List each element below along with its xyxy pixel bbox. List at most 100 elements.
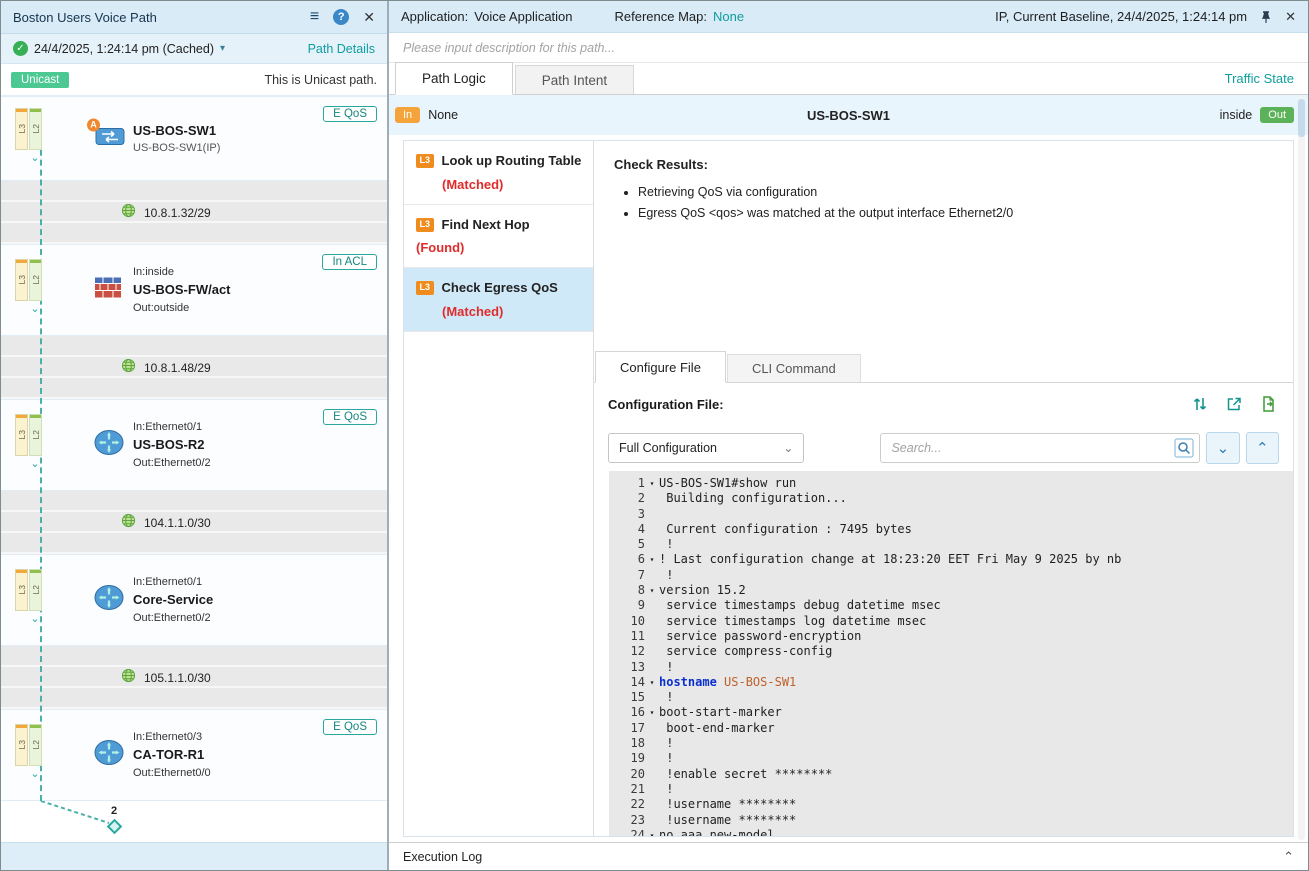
search-icon[interactable] xyxy=(1174,438,1194,458)
router-icon xyxy=(93,584,125,617)
application-value[interactable]: Voice Application xyxy=(474,9,572,24)
l2-tab[interactable]: L2 xyxy=(29,259,42,301)
device-row[interactable]: L3L2⌄In:Ethernet0/1Core-ServiceOut:Ether… xyxy=(1,554,387,646)
l2-tab[interactable]: L2 xyxy=(29,569,42,611)
path-step[interactable]: L3Look up Routing Table(Matched) xyxy=(404,141,593,205)
qos-badge[interactable]: In ACL xyxy=(322,254,377,270)
config-scope-select[interactable]: Full Configuration ⌄ xyxy=(608,433,804,463)
fold-spacer xyxy=(645,598,659,613)
close-panel-icon[interactable]: ✕ xyxy=(1285,9,1296,25)
collapse-icon[interactable]: ⌃ xyxy=(1283,849,1294,865)
path-title: Boston Users Voice Path xyxy=(13,10,296,25)
tab-path-intent[interactable]: Path Intent xyxy=(515,65,634,94)
code-line: 10 service timestamps log datetime msec xyxy=(609,614,1293,629)
config-search-input[interactable] xyxy=(891,441,1174,455)
l3-tab[interactable]: L3 xyxy=(15,569,28,611)
path-details-link[interactable]: Path Details xyxy=(308,42,375,56)
code-line: 15 ! xyxy=(609,690,1293,705)
link-row[interactable]: 10.8.1.48/29 xyxy=(1,336,387,399)
execution-log-bar[interactable]: Execution Log ⌃ xyxy=(389,842,1308,870)
find-next-button[interactable]: ⌄ xyxy=(1206,432,1239,464)
qos-badge[interactable]: E QoS xyxy=(323,719,377,735)
l2-tab[interactable]: L2 xyxy=(29,108,42,150)
link-row[interactable]: 104.1.1.0/30 xyxy=(1,491,387,554)
code-line: 12 service compress-config xyxy=(609,644,1293,659)
device-name[interactable]: CA-TOR-R1 xyxy=(133,745,387,765)
tab-path-logic[interactable]: Path Logic xyxy=(395,62,513,95)
timestamp-dropdown-icon[interactable]: ▾ xyxy=(220,43,225,54)
description-input[interactable] xyxy=(403,41,1294,55)
scrollbar-thumb[interactable] xyxy=(1298,99,1305,137)
device-name[interactable]: US-BOS-FW/act xyxy=(133,280,387,300)
collapse-chevron-icon[interactable]: ⌄ xyxy=(27,459,43,469)
traffic-state-link[interactable]: Traffic State xyxy=(1225,71,1294,86)
layer-tabs[interactable]: L3L2 ⌄ xyxy=(15,569,43,624)
check-results-title: Check Results: xyxy=(614,157,1273,172)
switch-icon: A xyxy=(93,123,127,154)
open-in-new-icon[interactable] xyxy=(1225,395,1243,413)
device-name[interactable]: US-BOS-SW1 xyxy=(133,121,387,141)
collapse-chevron-icon[interactable]: ⌄ xyxy=(27,614,43,624)
l2-tab[interactable]: L2 xyxy=(29,724,42,766)
step-result: (Found) xyxy=(416,240,464,255)
layer-tabs[interactable]: L3L2 ⌄ xyxy=(15,259,43,314)
menu-icon[interactable]: ≡ xyxy=(310,9,319,25)
code-line: 9 service timestamps debug datetime msec xyxy=(609,598,1293,613)
reference-map-value[interactable]: None xyxy=(713,9,744,24)
device-row[interactable]: L3L2⌄AUS-BOS-SW1US-BOS-SW1(IP)E QoS xyxy=(1,96,387,181)
find-prev-button[interactable]: ⌃ xyxy=(1246,432,1279,464)
link-row[interactable]: 105.1.1.0/30 xyxy=(1,646,387,709)
fold-spacer xyxy=(645,568,659,583)
device-row[interactable]: L3L2⌄In:insideUS-BOS-FW/actOut:outsideIn… xyxy=(1,244,387,336)
fold-marker-icon[interactable]: ▾ xyxy=(645,705,659,720)
unicast-badge: Unicast xyxy=(11,72,69,88)
tab-cli-command[interactable]: CLI Command xyxy=(727,354,861,382)
layer-tabs[interactable]: L3L2 ⌄ xyxy=(15,414,43,469)
device-row[interactable]: L3L2⌄In:Ethernet0/3CA-TOR-R1Out:Ethernet… xyxy=(1,709,387,801)
router-icon xyxy=(93,429,125,462)
collapse-chevron-icon[interactable]: ⌄ xyxy=(27,769,43,779)
path-step[interactable]: L3Check Egress QoS(Matched) xyxy=(404,268,593,332)
close-icon[interactable]: ✕ xyxy=(363,10,375,24)
steps-list: L3Look up Routing Table(Matched)L3Find N… xyxy=(404,141,594,836)
vertical-scrollbar[interactable] xyxy=(1298,97,1305,840)
fold-marker-icon[interactable]: ▾ xyxy=(645,552,659,567)
cache-timestamp[interactable]: 24/4/2025, 1:24:14 pm (Cached) xyxy=(34,42,214,56)
fold-marker-icon[interactable]: ▾ xyxy=(645,476,659,491)
qos-badge[interactable]: E QoS xyxy=(323,106,377,122)
select-chevron-icon: ⌄ xyxy=(783,441,793,455)
l3-tab[interactable]: L3 xyxy=(15,724,28,766)
device-row[interactable]: L3L2⌄In:Ethernet0/1US-BOS-R2Out:Ethernet… xyxy=(1,399,387,491)
link-row[interactable]: 10.8.1.32/29 xyxy=(1,181,387,244)
l3-tab[interactable]: L3 xyxy=(15,414,28,456)
layer-tabs[interactable]: L3L2 ⌄ xyxy=(15,108,43,163)
collapse-chevron-icon[interactable]: ⌄ xyxy=(27,153,43,163)
line-number: 24 xyxy=(609,828,645,836)
export-file-icon[interactable] xyxy=(1259,395,1277,413)
l3-tab[interactable]: L3 xyxy=(15,259,28,301)
tab-configure-file[interactable]: Configure File xyxy=(595,351,726,383)
results-column: Check Results: Retrieving QoS via config… xyxy=(594,141,1293,836)
config-scope-value: Full Configuration xyxy=(619,441,717,455)
fold-marker-icon[interactable]: ▾ xyxy=(645,583,659,598)
qos-badge[interactable]: E QoS xyxy=(323,409,377,425)
app-window: Boston Users Voice Path ≡ ? ✕ ✓ 24/4/202… xyxy=(0,0,1309,871)
fold-marker-icon[interactable]: ▾ xyxy=(645,828,659,836)
l2-tab[interactable]: L2 xyxy=(29,414,42,456)
endpoint-node[interactable]: 2 xyxy=(101,805,127,832)
device-name[interactable]: US-BOS-R2 xyxy=(133,435,387,455)
help-icon[interactable]: ? xyxy=(333,9,349,25)
collapse-chevron-icon[interactable]: ⌄ xyxy=(27,304,43,314)
layer-tabs[interactable]: L3L2 ⌄ xyxy=(15,724,43,779)
l3-tab[interactable]: L3 xyxy=(15,108,28,150)
compare-icon[interactable] xyxy=(1191,395,1209,413)
pin-icon[interactable] xyxy=(1259,10,1273,24)
config-code-view[interactable]: 1▾US-BOS-SW1#show run2 Building configur… xyxy=(609,471,1293,836)
line-number: 18 xyxy=(609,736,645,751)
layer-badge: L3 xyxy=(416,218,434,232)
device-name[interactable]: Core-Service xyxy=(133,590,387,610)
path-step[interactable]: L3Find Next Hop(Found) xyxy=(404,205,593,268)
fold-marker-icon[interactable]: ▾ xyxy=(645,675,659,690)
check-result-item: Egress QoS <qos> was matched at the outp… xyxy=(638,206,1273,220)
code-line: 5 ! xyxy=(609,537,1293,552)
